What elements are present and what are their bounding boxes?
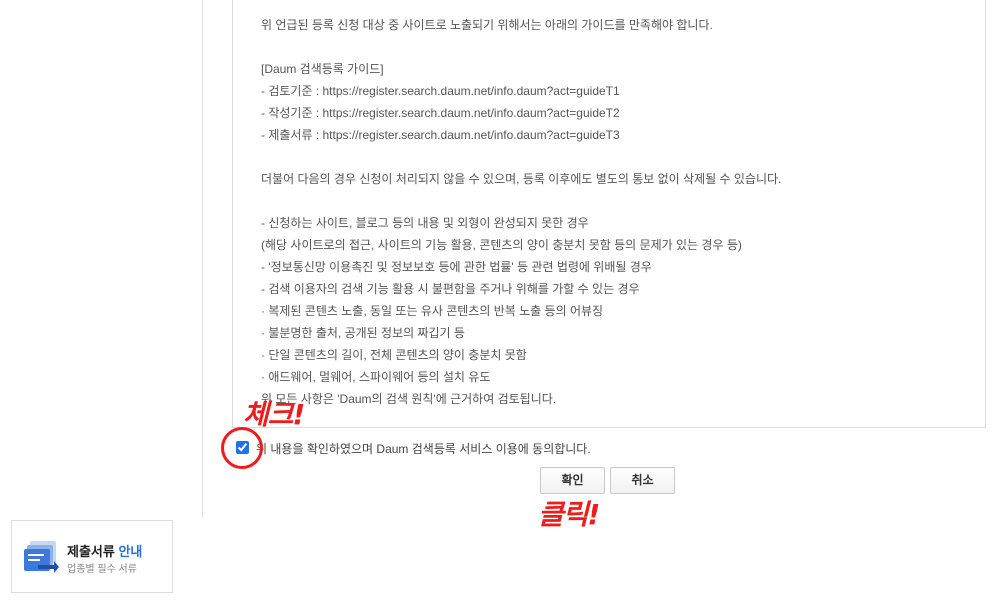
agree-label[interactable]: 위 내용을 확인하였으며 Daum 검색등록 서비스 이용에 동의합니다. (256, 441, 591, 457)
documents-guide-banner[interactable]: 제출서류 안내 업종별 필수 서류 (11, 520, 173, 593)
terms-line: [Daum 검색등록 가이드] (261, 62, 384, 76)
terms-line: · 애드웨어, 멀웨어, 스파이웨어 등의 설치 유도 (261, 370, 491, 384)
cancel-button[interactable]: 취소 (610, 467, 675, 494)
terms-line: - 검색 이용자의 검색 기능 활용 시 불편함을 주거나 위해를 가할 수 있… (261, 282, 640, 296)
sidebar-divider (202, 0, 203, 518)
annotation-check-text: 체크! (243, 398, 305, 431)
terms-line: · 단일 콘텐츠의 길이, 전체 콘텐츠의 양이 충분치 못함 (261, 348, 527, 362)
banner-subtitle: 업종별 필수 서류 (67, 564, 137, 575)
terms-line: - 제출서류 : https://register.search.daum.ne… (261, 128, 620, 142)
terms-line: - 신청하는 사이트, 블로그 등의 내용 및 외형이 완성되지 못한 경우 (261, 216, 589, 230)
annotation-check-circle (221, 427, 263, 469)
terms-line: · 복제된 콘텐츠 노출, 동일 또는 유사 콘텐츠의 반복 노출 등의 어뷰징 (261, 304, 604, 318)
terms-line: · 불분명한 출처, 공개된 정보의 짜깁기 등 (261, 326, 465, 340)
terms-line: 위 모든 사항은 'Daum의 검색 원칙'에 근거하여 검토됩니다. (261, 392, 557, 406)
terms-content-box[interactable]: 위 언급된 등록 신청 대상 중 사이트로 노출되기 위해서는 아래의 가이드를… (232, 0, 986, 428)
terms-line: - '정보통신망 이용촉진 및 정보보호 등에 관한 법률' 등 관련 법령에 … (261, 260, 652, 274)
document-stack-icon (24, 539, 60, 573)
terms-line: - 작성기준 : https://register.search.daum.ne… (261, 106, 620, 120)
terms-line: - 검토기준 : https://register.search.daum.ne… (261, 84, 620, 98)
terms-line: 더불어 다음의 경우 신청이 처리되지 않을 수 있으며, 등록 이후에도 별도… (261, 172, 782, 186)
terms-line: 위 언급된 등록 신청 대상 중 사이트로 노출되기 위해서는 아래의 가이드를… (261, 18, 713, 32)
terms-line: (해당 사이트로의 접근, 사이트의 기능 활용, 콘텐츠의 양이 충분치 못함… (261, 238, 742, 252)
confirm-button[interactable]: 확인 (540, 467, 605, 494)
banner-title: 제출서류 안내 (67, 544, 143, 559)
annotation-click-text: 클릭! (538, 498, 600, 531)
